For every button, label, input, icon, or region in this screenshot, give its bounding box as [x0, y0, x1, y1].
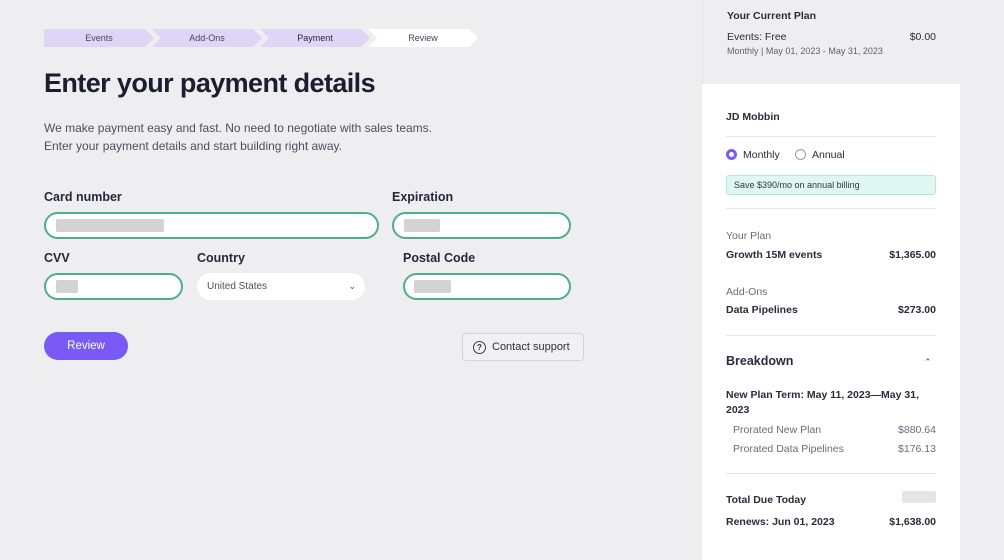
- card-number-label: Card number: [44, 190, 122, 204]
- country-value: United States: [207, 281, 268, 292]
- step-add-ons[interactable]: Add-Ons: [152, 29, 262, 47]
- step-events[interactable]: Events: [44, 29, 154, 47]
- expiration-label: Expiration: [392, 190, 454, 204]
- divider: [726, 136, 936, 137]
- current-plan-price: $0.00: [909, 31, 936, 43]
- prorated-plan-value: $880.64: [898, 424, 936, 436]
- breakdown-title[interactable]: Breakdown: [726, 354, 793, 368]
- subtitle-line-2: Enter your payment details and start bui…: [44, 139, 342, 153]
- add-ons-label: Add-Ons: [726, 286, 768, 298]
- masked-expiration: [404, 219, 440, 232]
- your-plan-label: Your Plan: [726, 230, 772, 242]
- page-title: Enter your payment details: [44, 68, 376, 98]
- contact-support-label: Contact support: [492, 341, 570, 353]
- checkout-stepper: Events Add-Ons Payment Review: [44, 29, 476, 47]
- annual-radio[interactable]: [795, 149, 806, 160]
- customer-name: JD Mobbin: [726, 111, 780, 123]
- postal-code-label: Postal Code: [403, 251, 476, 265]
- add-on-name: Data Pipelines: [726, 304, 798, 316]
- masked-postal-code: [414, 280, 451, 293]
- chevron-down-icon: ⌄: [348, 281, 356, 291]
- current-plan-title: Your Current Plan: [727, 10, 817, 22]
- prorated-plan-label: Prorated New Plan: [733, 424, 822, 436]
- plan-term-line-2: 2023: [726, 404, 750, 416]
- plan-term-line-1: New Plan Term: May 11, 2023—May 31,: [726, 389, 919, 401]
- page-subtitle: We make payment easy and fast. No need t…: [44, 119, 514, 155]
- current-plan-panel: Your Current Plan Events: Free $0.00 Mon…: [702, 0, 960, 84]
- your-plan-name: Growth 15M events: [726, 249, 823, 261]
- cvv-input[interactable]: [44, 273, 183, 300]
- expiration-input[interactable]: [392, 212, 571, 239]
- total-due-value-placeholder: [902, 491, 936, 503]
- current-plan-name: Events: Free: [727, 31, 787, 43]
- masked-card-number: [56, 219, 164, 232]
- renews-value: $1,638.00: [889, 516, 936, 528]
- review-button[interactable]: Review: [44, 332, 128, 360]
- contact-support-button[interactable]: ? Contact support: [462, 333, 584, 361]
- divider: [726, 208, 936, 209]
- divider: [726, 335, 936, 336]
- add-on-price: $273.00: [898, 304, 936, 316]
- divider: [726, 473, 936, 474]
- question-icon: ?: [473, 341, 486, 354]
- annual-label[interactable]: Annual: [812, 149, 845, 161]
- prorated-pipelines-label: Prorated Data Pipelines: [733, 443, 844, 455]
- step-payment[interactable]: Payment: [260, 29, 370, 47]
- prorated-pipelines-value: $176.13: [898, 443, 936, 455]
- masked-cvv: [56, 280, 78, 293]
- subtitle-line-1: We make payment easy and fast. No need t…: [44, 121, 432, 135]
- order-summary-panel: JD Mobbin Monthly Annual Save $390/mo on…: [702, 84, 960, 560]
- country-select[interactable]: United States ⌄: [197, 273, 365, 300]
- card-number-input[interactable]: [44, 212, 379, 239]
- cvv-label: CVV: [44, 251, 70, 265]
- renews-label: Renews: Jun 01, 2023: [726, 516, 835, 528]
- postal-code-input[interactable]: [403, 273, 571, 300]
- current-plan-period: Monthly | May 01, 2023 - May 31, 2023: [727, 46, 883, 56]
- monthly-label[interactable]: Monthly: [743, 149, 780, 161]
- annual-savings-note: Save $390/mo on annual billing: [726, 175, 936, 195]
- your-plan-price: $1,365.00: [889, 249, 936, 261]
- step-review[interactable]: Review: [368, 29, 478, 47]
- monthly-radio[interactable]: [726, 149, 737, 160]
- total-due-label: Total Due Today: [726, 494, 807, 506]
- chevron-up-icon[interactable]: ⌃: [924, 357, 932, 368]
- country-label: Country: [197, 251, 245, 265]
